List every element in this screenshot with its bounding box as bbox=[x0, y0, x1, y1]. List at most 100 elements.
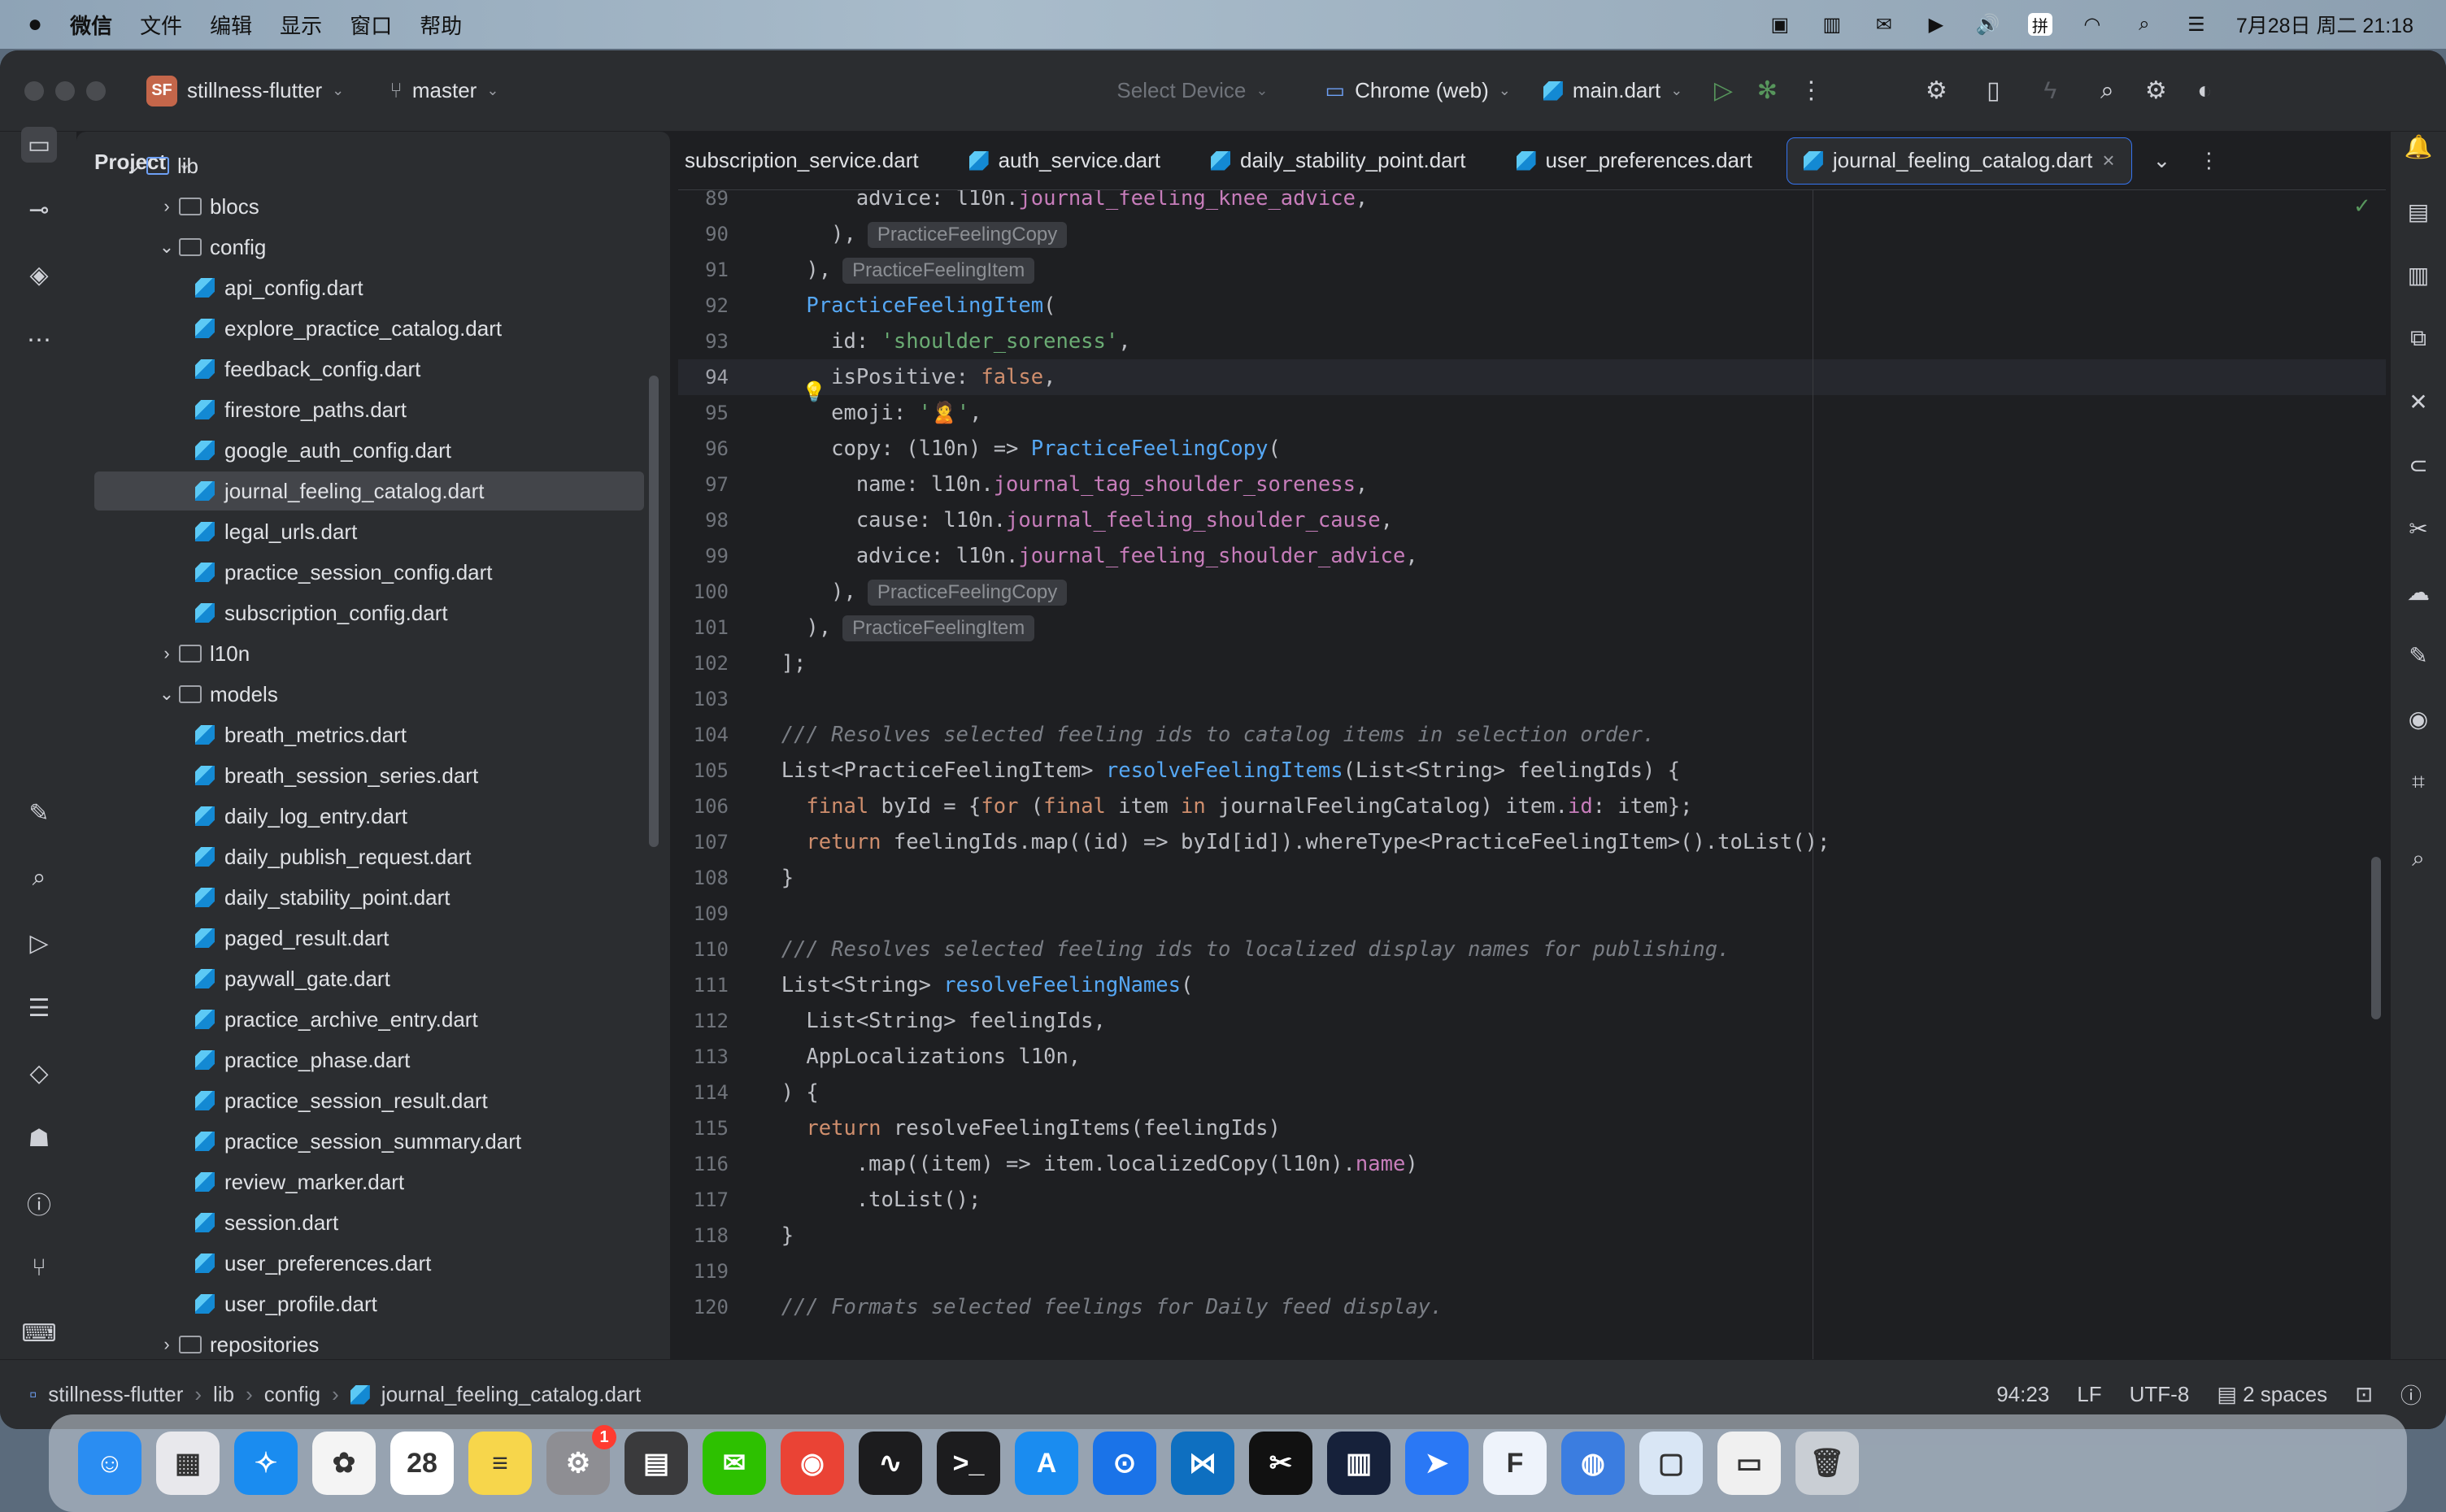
control-center-icon[interactable]: ☰ bbox=[2184, 13, 2209, 36]
tree-file-item[interactable]: practice_archive_entry.dart bbox=[76, 1000, 670, 1039]
menubar-clock[interactable]: 7月28日 周二 21:18 bbox=[2236, 10, 2413, 39]
tree-file-item[interactable]: session.dart bbox=[76, 1203, 670, 1242]
preview-eye-icon[interactable]: ◉ bbox=[2402, 702, 2435, 735]
breadcrumb-item[interactable]: stillness-flutter bbox=[48, 1382, 183, 1407]
dock-app-icon[interactable]: ∿ bbox=[859, 1432, 922, 1495]
account-icon[interactable]: ◐ bbox=[2187, 73, 2222, 109]
intention-bulb-icon[interactable]: 💡 bbox=[802, 380, 826, 404]
settings-gear-icon[interactable]: ⚙ bbox=[2138, 73, 2174, 109]
tree-file-item[interactable]: breath_metrics.dart bbox=[76, 715, 670, 754]
editor-tab[interactable]: auth_service.dart bbox=[953, 138, 1177, 184]
dock-app-icon[interactable]: ☺ bbox=[78, 1432, 141, 1495]
tree-file-item[interactable]: journal_feeling_catalog.dart bbox=[94, 471, 644, 511]
volume-icon[interactable]: 🔊 bbox=[1976, 13, 2000, 36]
dock-app-icon[interactable]: ➤ bbox=[1405, 1432, 1469, 1495]
dock-app-icon[interactable]: A bbox=[1015, 1432, 1078, 1495]
menu-window[interactable]: 窗口 bbox=[350, 10, 392, 40]
tab-options-icon[interactable]: ⋮ bbox=[2198, 148, 2219, 173]
cloud-icon[interactable]: ☁ bbox=[2402, 576, 2435, 608]
dock-app-icon[interactable]: F bbox=[1483, 1432, 1547, 1495]
close-window-button[interactable] bbox=[24, 80, 44, 101]
dock-app-icon[interactable]: ✂ bbox=[1249, 1432, 1312, 1495]
menu-app-name[interactable]: 微信 bbox=[70, 10, 112, 40]
device-selector[interactable]: Select Device ⌄ bbox=[1116, 78, 1268, 103]
editor-body[interactable]: 89 advice: l10n.journal_feeling_knee_adv… bbox=[678, 190, 2386, 1412]
tree-file-item[interactable]: feedback_config.dart bbox=[76, 350, 670, 389]
dock-app-icon[interactable]: 28 bbox=[390, 1432, 454, 1495]
tree-folder-item[interactable]: › repositories bbox=[76, 1325, 670, 1364]
dock-app-icon[interactable]: 🗑 bbox=[1795, 1432, 1859, 1495]
run-config-selector[interactable]: main.dart ⌄ bbox=[1543, 78, 1682, 103]
tab-list-chevron-icon[interactable]: ⌄ bbox=[2153, 148, 2171, 173]
breadcrumb-item[interactable]: config bbox=[264, 1382, 320, 1407]
tree-file-item[interactable]: subscription_config.dart bbox=[76, 593, 670, 632]
chevron-right-icon[interactable]: › bbox=[155, 643, 179, 664]
scissors-icon[interactable]: ✂ bbox=[2402, 512, 2435, 545]
inlay-type-hint[interactable]: PracticeFeelingCopy bbox=[867, 222, 1068, 248]
close-tab-icon[interactable]: × bbox=[2102, 148, 2114, 173]
dock-app-icon[interactable]: ◍ bbox=[1561, 1432, 1625, 1495]
tree-file-item[interactable]: breath_session_series.dart bbox=[76, 756, 670, 795]
services-icon[interactable]: ☰ bbox=[21, 990, 57, 1026]
dock-app-icon[interactable]: ⚙ 1 bbox=[546, 1425, 616, 1495]
tree-file-item[interactable]: paged_result.dart bbox=[76, 919, 670, 958]
running-devices-icon[interactable]: ⧉ bbox=[2402, 322, 2435, 354]
flutter-inspector-icon[interactable]: ⚙ bbox=[1918, 73, 1954, 109]
tree-file-item[interactable]: google_auth_config.dart bbox=[76, 431, 670, 470]
chevron-right-icon[interactable]: › bbox=[155, 1334, 179, 1355]
chevron-down-icon[interactable]: ⌄ bbox=[122, 155, 146, 176]
readonly-lock-icon[interactable]: ⊡ bbox=[2355, 1382, 2373, 1407]
cat-icon[interactable]: ☗ bbox=[21, 1120, 57, 1156]
tree-file-item[interactable]: user_preferences.dart bbox=[76, 1244, 670, 1283]
tray-app-icon[interactable]: ▣ bbox=[1768, 13, 1792, 36]
menu-edit[interactable]: 编辑 bbox=[210, 10, 252, 40]
tree-file-item[interactable]: daily_stability_point.dart bbox=[76, 878, 670, 917]
tray-play-icon[interactable]: ▶ bbox=[1924, 13, 1948, 36]
editor-scrollbar[interactable] bbox=[2371, 857, 2381, 1019]
capture-icon[interactable]: ⌗ bbox=[2402, 766, 2435, 798]
project-scrollbar[interactable] bbox=[649, 376, 659, 847]
commit-icon[interactable]: ⊸ bbox=[21, 192, 57, 228]
chevron-down-icon[interactable]: ⌄ bbox=[155, 237, 179, 258]
editor-tab[interactable]: subscription_service.dart bbox=[678, 138, 935, 184]
inlay-type-hint[interactable]: PracticeFeelingItem bbox=[842, 258, 1035, 284]
device-mirror-icon[interactable]: ▯ bbox=[1975, 73, 2011, 109]
dock-app-icon[interactable]: >_ bbox=[937, 1432, 1000, 1495]
breadcrumb-item[interactable]: journal_feeling_catalog.dart bbox=[381, 1382, 641, 1407]
run-icon[interactable]: ▷ bbox=[1705, 73, 1741, 109]
dock-app-icon[interactable]: ⊙ bbox=[1093, 1432, 1156, 1495]
tree-folder-item[interactable]: ⌄ lib bbox=[76, 146, 670, 185]
tree-file-item[interactable]: practice_session_config.dart bbox=[76, 553, 670, 592]
editor-tab[interactable]: daily_stability_point.dart bbox=[1195, 138, 1482, 184]
file-encoding[interactable]: UTF-8 bbox=[2130, 1382, 2190, 1407]
chevron-down-icon[interactable]: ⌄ bbox=[155, 684, 179, 705]
input-method-icon[interactable]: 拼 bbox=[2027, 13, 2052, 36]
status-warning-icon[interactable]: ⓘ bbox=[2400, 1379, 2422, 1410]
link-icon[interactable]: ⊂ bbox=[2402, 449, 2435, 481]
tree-file-item[interactable]: practice_session_result.dart bbox=[76, 1081, 670, 1120]
flutter-outline-icon[interactable]: ▤ bbox=[2402, 195, 2435, 228]
chevron-right-icon[interactable]: › bbox=[155, 196, 179, 217]
spotlight-icon[interactable]: ⌕ bbox=[2132, 13, 2157, 36]
dock-app-icon[interactable]: ≡ bbox=[468, 1432, 532, 1495]
inlay-type-hint[interactable]: PracticeFeelingItem bbox=[842, 615, 1035, 641]
more-actions-icon[interactable]: ⋮ bbox=[1793, 73, 1829, 109]
terminal-icon[interactable]: ⌨ bbox=[21, 1315, 57, 1351]
hot-reload-icon[interactable]: ϟ bbox=[2032, 73, 2068, 109]
more-tools-icon[interactable]: ⋯ bbox=[21, 322, 57, 358]
notifications-bell-icon[interactable]: 🔔 bbox=[2402, 130, 2435, 163]
dock-app-icon[interactable]: ✿ bbox=[312, 1432, 376, 1495]
dock-app-icon[interactable]: ▢ bbox=[1639, 1432, 1703, 1495]
dock-app-icon[interactable]: ⋈ bbox=[1171, 1432, 1234, 1495]
dock-app-icon[interactable]: ▥ bbox=[1327, 1432, 1391, 1495]
tree-file-item[interactable]: api_config.dart bbox=[76, 268, 670, 307]
structure-icon[interactable]: ◈ bbox=[21, 257, 57, 293]
tree-folder-item[interactable]: › l10n bbox=[76, 634, 670, 673]
gem-icon[interactable]: ◇ bbox=[21, 1055, 57, 1091]
editor-tab[interactable]: journal_feeling_catalog.dart × bbox=[1786, 137, 2132, 185]
dock-app-icon[interactable]: ▦ bbox=[156, 1432, 220, 1495]
menu-help[interactable]: 帮助 bbox=[420, 10, 462, 40]
caret-position[interactable]: 94:23 bbox=[1996, 1382, 2049, 1407]
project-switcher[interactable]: SF stillness-flutter ⌄ bbox=[146, 75, 344, 106]
menu-file[interactable]: 文件 bbox=[140, 10, 182, 40]
